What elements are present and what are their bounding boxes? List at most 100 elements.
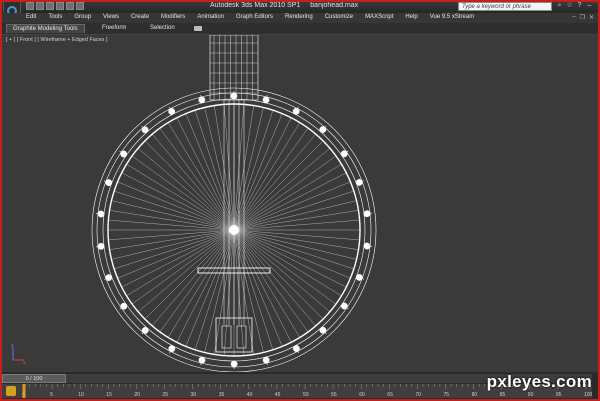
head-spoke — [233, 229, 324, 320]
track-tick-label: 40 — [247, 392, 253, 398]
head-spoke — [109, 229, 235, 250]
head-spoke — [194, 229, 235, 350]
head-spoke — [233, 117, 292, 231]
tab-selection[interactable]: Selection — [144, 24, 181, 33]
current-frame-marker[interactable] — [22, 384, 26, 398]
head-spoke — [152, 134, 235, 231]
track-tick-label: 65 — [387, 392, 393, 398]
minimize-icon[interactable]: – — [586, 2, 593, 10]
head-spoke — [233, 172, 347, 231]
menu-item-animation[interactable]: Animation — [197, 14, 224, 20]
document-window-buttons: – ❐ ✕ — [572, 14, 594, 21]
redo-icon[interactable] — [66, 2, 74, 10]
head-spoke — [176, 117, 235, 231]
head-spoke — [233, 110, 274, 231]
head-spoke — [233, 229, 359, 250]
new-file-icon[interactable] — [26, 2, 34, 10]
menu-item-maxscript[interactable]: MAXScript — [365, 14, 393, 20]
head-spoke — [144, 140, 235, 231]
head-spoke — [233, 140, 324, 231]
front-viewport[interactable]: [ + ] [ Front ] [ Wireframe + Edged Face… — [2, 35, 598, 372]
search-input[interactable]: Type a keyword or phrase — [458, 2, 552, 11]
doc-close-icon[interactable]: ✕ — [589, 14, 594, 21]
head-spoke — [176, 229, 235, 343]
menu-item-group[interactable]: Group — [74, 14, 91, 20]
head-spoke — [138, 148, 235, 231]
head-spoke — [126, 229, 235, 296]
doc-minimize-icon[interactable]: – — [572, 14, 575, 21]
menu-item-graph-editors[interactable]: Graph Editors — [236, 14, 273, 20]
menu-item-rendering[interactable]: Rendering — [285, 14, 313, 20]
open-file-icon[interactable] — [36, 2, 44, 10]
head-spoke — [233, 219, 360, 231]
head-spoke — [233, 229, 330, 312]
undo-icon[interactable] — [56, 2, 64, 10]
head-spoke — [233, 229, 316, 326]
menu-item-help[interactable]: Help — [405, 14, 417, 20]
track-tick-label: 50 — [303, 392, 309, 398]
doc-restore-icon[interactable]: ❐ — [580, 14, 585, 21]
track-tick-label: 70 — [415, 392, 421, 398]
head-spoke — [233, 229, 354, 270]
track-tick-label: 95 — [556, 392, 562, 398]
head-spoke — [152, 229, 235, 326]
tab-freeform[interactable]: Freeform — [96, 24, 132, 33]
head-spoke — [114, 229, 235, 270]
head-spoke — [121, 229, 235, 288]
head-spoke — [114, 190, 235, 231]
head-spoke — [233, 148, 330, 231]
project-folder-icon[interactable] — [76, 2, 84, 10]
track-tick-label: 30 — [191, 392, 197, 398]
head-spoke — [194, 110, 235, 231]
bracket-hook — [292, 345, 300, 352]
track-tick-label: 15 — [106, 392, 112, 398]
menu-item-edit[interactable]: Edit — [26, 14, 36, 20]
menu-item-create[interactable]: Create — [131, 14, 149, 20]
head-spoke — [144, 229, 235, 320]
head-spoke — [233, 229, 342, 296]
head-spoke — [126, 164, 235, 231]
svg-text:x: x — [23, 360, 26, 365]
menu-item-vue-9-5-xstream[interactable]: Vue 9.5 xStream — [430, 14, 474, 20]
help-icon[interactable]: ? — [576, 2, 583, 10]
track-tick-label: 10 — [78, 392, 84, 398]
save-icon[interactable] — [46, 2, 54, 10]
banjo-wireframe — [91, 35, 377, 372]
track-tick-label: 75 — [444, 392, 450, 398]
bracket-hook — [168, 108, 176, 115]
time-slider-thumb[interactable]: 0 / 100 — [2, 374, 66, 383]
tailpiece-slot-left — [221, 325, 232, 349]
track-tick-label: 55 — [331, 392, 337, 398]
track-tick-label: 45 — [275, 392, 281, 398]
track-tick-label: 80 — [472, 392, 478, 398]
app-title: Autodesk 3ds Max 2010 SP1 — [210, 2, 301, 9]
tab-graphite-modeling-tools[interactable]: Graphite Modeling Tools — [6, 24, 85, 33]
track-tick-label: 90 — [528, 392, 534, 398]
track-tick-label: 60 — [359, 392, 365, 398]
axis-gizmo-icon: z x — [11, 343, 26, 365]
bracket-hook — [198, 356, 206, 364]
track-tick-label: 85 — [500, 392, 506, 398]
track-tick-label: 20 — [134, 392, 140, 398]
head-spoke — [108, 219, 235, 231]
head-spoke — [108, 229, 235, 241]
menu-item-modifiers[interactable]: Modifiers — [161, 14, 185, 20]
track-tick-label: 100 — [584, 392, 592, 398]
head-spoke — [233, 134, 316, 231]
search-icon[interactable]: ⌕ — [556, 2, 563, 10]
head-spoke — [233, 229, 292, 343]
menu-item-customize[interactable]: Customize — [325, 14, 353, 20]
head-spoke — [121, 172, 235, 231]
svg-text:z: z — [11, 343, 14, 349]
star-icon[interactable]: ☆ — [566, 2, 573, 10]
window-title: Autodesk 3ds Max 2010 SP1 banjohead.max — [210, 2, 358, 9]
menu-item-views[interactable]: Views — [103, 14, 119, 20]
head-spoke — [138, 229, 235, 312]
ribbon: Graphite Modeling Tools Freeform Selecti… — [0, 23, 600, 35]
head-spoke — [233, 229, 274, 350]
viewport-label[interactable]: [ + ] [ Front ] [ Wireframe + Edged Face… — [6, 37, 107, 43]
ribbon-toggle-icon[interactable] — [194, 26, 202, 31]
track-tick-label: 5 — [50, 392, 53, 398]
menu-item-tools[interactable]: Tools — [48, 14, 62, 20]
menu-bar: Edit Tools Group Views Create Modifiers Animat… — [0, 13, 600, 23]
